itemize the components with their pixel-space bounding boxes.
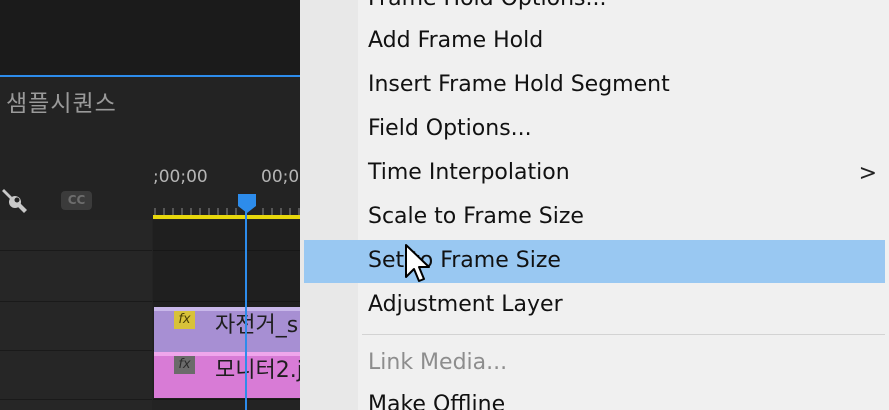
- mouse-cursor-icon: [405, 244, 430, 282]
- menu-item-label: Adjustment Layer: [368, 292, 563, 317]
- track-lane[interactable]: [153, 220, 300, 251]
- menu-item-label: Link Media...: [368, 350, 508, 375]
- clip-label: 모니터2.j: [215, 358, 300, 383]
- timeline-clip[interactable]: fx 모니터2.j: [154, 352, 300, 398]
- menu-item-label: Set to Frame Size: [368, 248, 561, 273]
- menu-item-add-frame-hold[interactable]: Add Frame Hold: [304, 20, 885, 63]
- menu-item-frame-hold-options[interactable]: Frame Hold Options...: [304, 0, 885, 21]
- menu-item-insert-frame-hold-segment[interactable]: Insert Frame Hold Segment: [304, 64, 885, 107]
- playhead-line[interactable]: [245, 205, 247, 410]
- sequence-tab[interactable]: 샘플시퀀스: [6, 84, 117, 118]
- track-lane[interactable]: [153, 251, 300, 302]
- menu-item-link-media: Link Media...: [304, 342, 885, 385]
- timeline-clip[interactable]: fx 자전거_s: [154, 307, 300, 353]
- fx-badge: fx: [174, 356, 195, 374]
- menu-item-label: Make Offline: [368, 392, 506, 410]
- menu-separator: [362, 334, 885, 335]
- menu-item-label: Time Interpolation: [368, 160, 570, 185]
- track-header[interactable]: [0, 351, 152, 400]
- menu-item-label: Field Options...: [368, 116, 532, 141]
- ruler-timecode: ;00;00: [153, 167, 208, 187]
- work-area-bar[interactable]: [153, 215, 300, 219]
- menu-item-set-to-frame-size[interactable]: Set to Frame Size: [304, 240, 885, 283]
- wrench-icon[interactable]: [0, 186, 28, 214]
- menu-item-make-offline[interactable]: Make Offline: [304, 384, 885, 410]
- playhead-handle[interactable]: [236, 192, 258, 214]
- captions-icon[interactable]: CC: [61, 191, 92, 210]
- menu-item-adjustment-layer[interactable]: Adjustment Layer: [304, 284, 885, 327]
- track-header[interactable]: [0, 302, 152, 351]
- ruler-timecode: 00;0: [261, 167, 300, 187]
- menu-item-label: Insert Frame Hold Segment: [368, 72, 670, 97]
- fx-badge: fx: [174, 311, 195, 329]
- track-header[interactable]: [0, 251, 152, 302]
- menu-item-label: Add Frame Hold: [368, 28, 544, 53]
- menu-item-field-options[interactable]: Field Options...: [304, 108, 885, 151]
- submenu-chevron-icon: >: [858, 161, 877, 186]
- track-header[interactable]: [0, 400, 152, 410]
- menu-item-label: Frame Hold Options...: [368, 0, 606, 11]
- track-header[interactable]: [0, 220, 152, 251]
- context-menu: Frame Hold Options... Add Frame Hold Ins…: [300, 0, 889, 410]
- menu-item-label: Scale to Frame Size: [368, 204, 584, 229]
- timeline-panel: 샘플시퀀스 CC ;00;00 00;0 fx 자전거_s fx 모니터2.j: [0, 0, 300, 410]
- menu-item-scale-to-frame-size[interactable]: Scale to Frame Size: [304, 196, 885, 239]
- program-monitor-area: [0, 0, 300, 77]
- menu-item-time-interpolation[interactable]: Time Interpolation >: [304, 152, 885, 195]
- clip-label: 자전거_s: [215, 313, 299, 338]
